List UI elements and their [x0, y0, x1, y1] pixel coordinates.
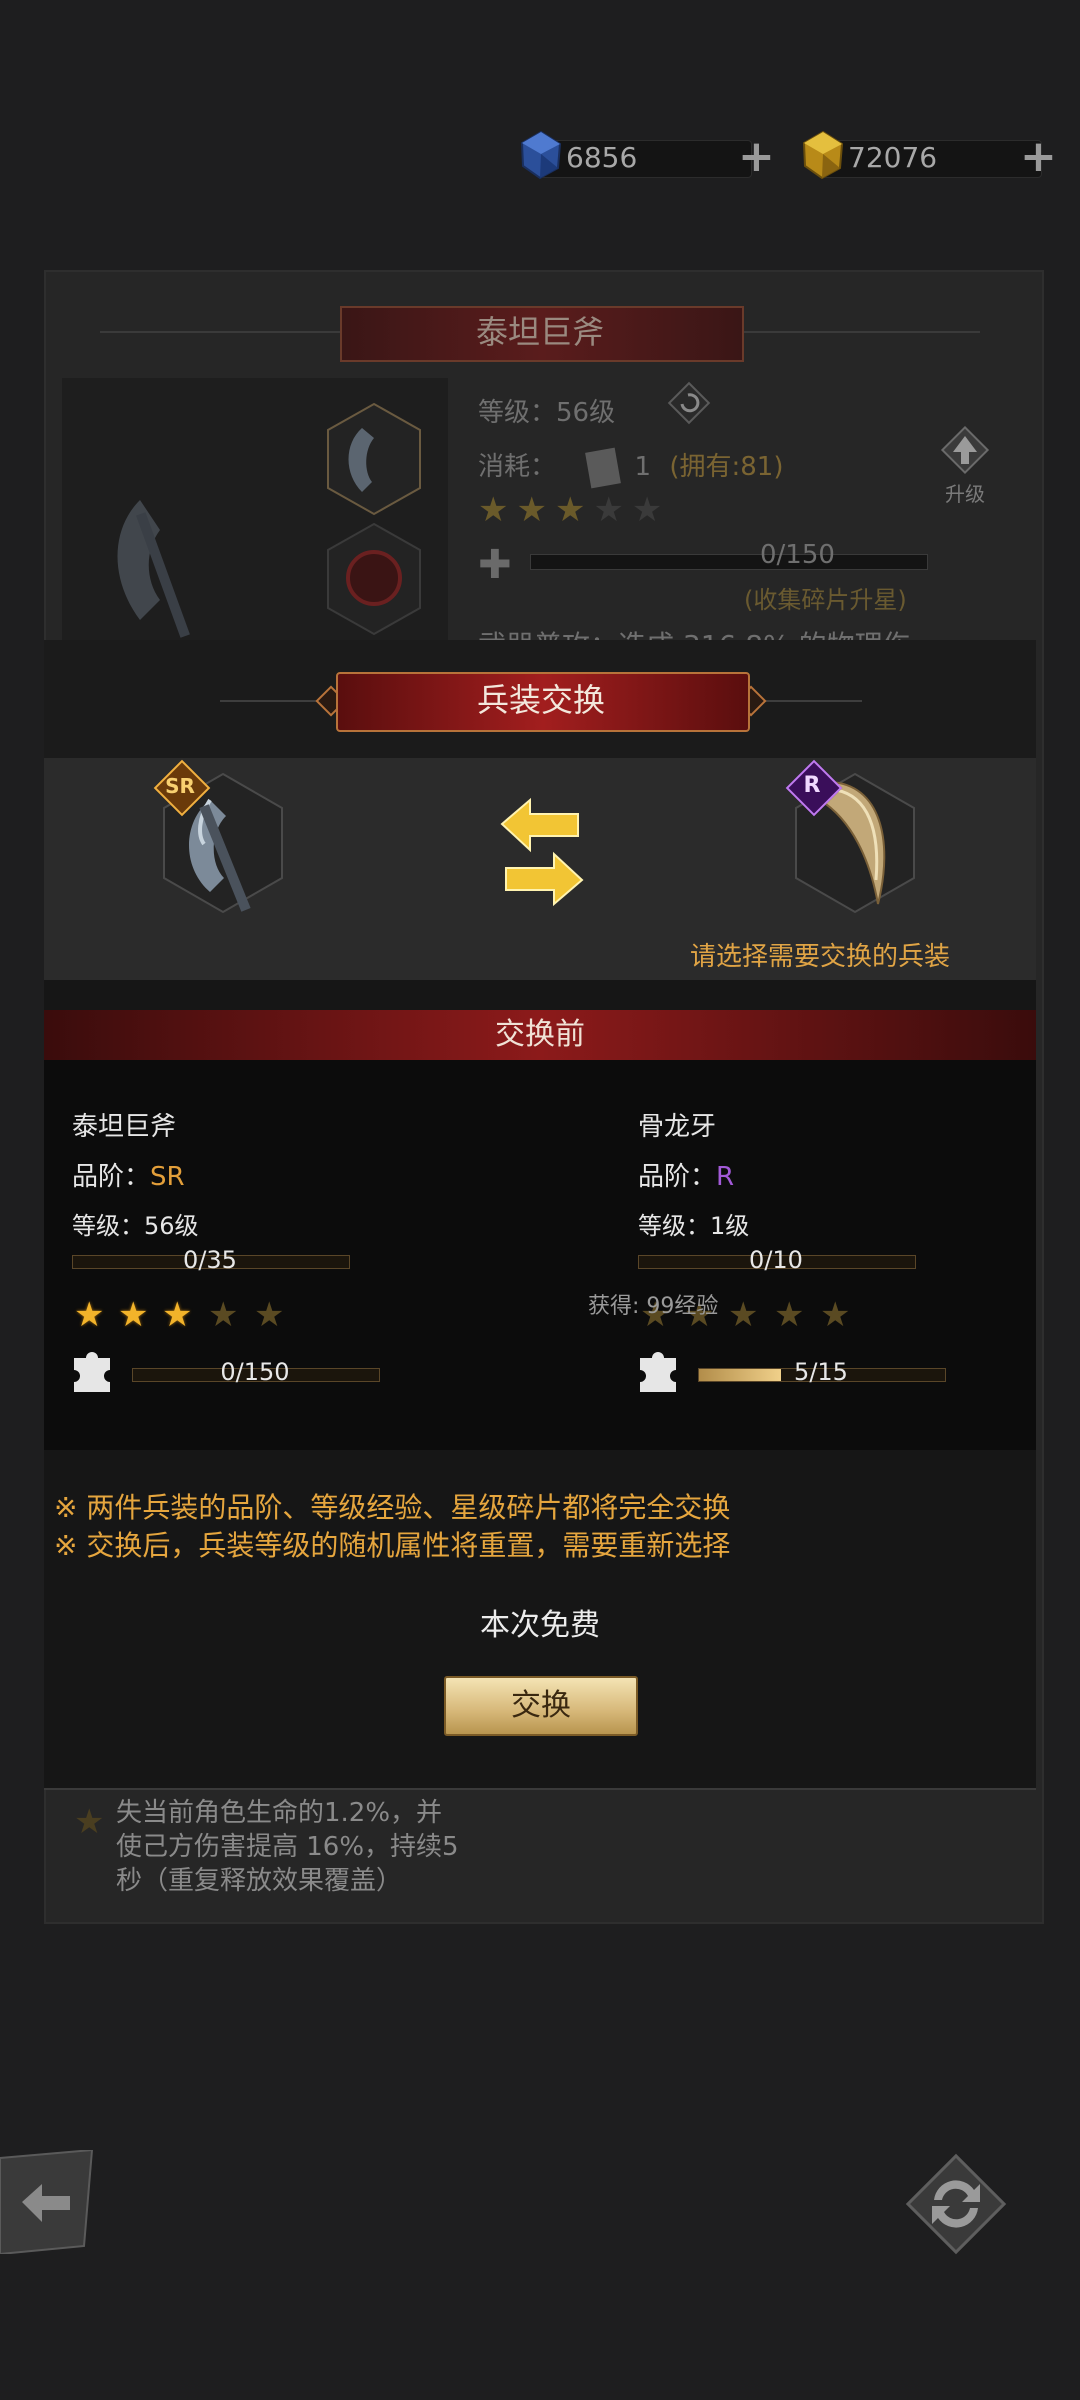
bg-title-line-right: [740, 331, 980, 333]
swap-warning-2: ※ 交换后，兵装等级的随机属性将重置，需要重新选择: [54, 1529, 731, 1562]
free-text: 本次免费: [480, 1608, 600, 1643]
upgrade-arrow-icon: [940, 425, 990, 475]
bg-cost-amount: 1: [634, 452, 652, 482]
right-star-4: ★: [774, 1295, 805, 1335]
add-gems-button[interactable]: +: [738, 135, 775, 179]
gems-value: 6856: [566, 141, 638, 174]
bg-title-line-left: [100, 331, 340, 333]
skill-text-3: 秒（重复释放效果覆盖）: [116, 1866, 403, 1896]
left-puzzle-icon: [74, 1352, 110, 1392]
upgrade-label: 升级: [945, 482, 985, 506]
weapon-title: 泰坦巨斧: [475, 313, 604, 351]
left-star-3: ★: [162, 1295, 193, 1335]
bg-level-value: 56级: [556, 398, 616, 428]
bg-level-label-text: 等级：: [478, 398, 557, 428]
xp-gain-text: 获得: 99经验: [588, 1294, 719, 1319]
right-puzzle-icon: [640, 1352, 676, 1392]
secondary-weapon-slot[interactable]: [322, 520, 426, 638]
right-star-5: ★: [820, 1295, 851, 1335]
left-weapon-name: 泰坦巨斧: [72, 1112, 177, 1142]
right-level: 等级：1级: [638, 1206, 749, 1241]
left-level-label: 等级：: [72, 1212, 144, 1240]
left-star-2: ★: [118, 1295, 149, 1335]
right-xp-text: 0/10: [749, 1246, 803, 1274]
bg-divider: [44, 1788, 1036, 1790]
bg-puzzle-icon: ✚: [478, 542, 512, 588]
bg-level-label: 等级：56级: [478, 392, 615, 429]
bg-shard-bar: [530, 554, 928, 570]
left-quality-label: 品阶：: [72, 1162, 151, 1192]
left-star-4: ★: [208, 1295, 239, 1335]
modal-title: 兵装交换: [476, 681, 605, 719]
blue-crystal-icon: [520, 130, 562, 180]
right-quality: 品阶：R: [638, 1156, 734, 1193]
skill-text-1: 失当前角色生命的1.2%，并: [116, 1798, 443, 1828]
bg-stars: ★★★★★: [478, 490, 671, 530]
bg-shard-progress: 0/150: [760, 540, 835, 570]
right-weapon-name: 骨龙牙: [638, 1112, 717, 1142]
skill-text-2: 使己方伤害提高 16%，持续5: [116, 1832, 459, 1862]
skill-star-icon: ★: [74, 1802, 105, 1842]
select-hint: 请选择需要交换的兵装: [690, 942, 951, 972]
before-swap-title: 交换前: [495, 1017, 585, 1052]
refresh-swap-button[interactable]: [900, 2148, 1012, 2260]
left-level: 等级：56级: [72, 1206, 199, 1241]
left-star-5: ★: [254, 1295, 285, 1335]
left-quality-value: SR: [150, 1162, 185, 1192]
right-rarity-badge: R: [803, 773, 821, 798]
reset-icon[interactable]: [666, 380, 712, 426]
swap-warning-1: ※ 两件兵装的品阶、等级经验、星级碎片都将完全交换: [54, 1491, 731, 1524]
equipped-weapon-slot[interactable]: [322, 400, 426, 518]
bg-cost-label: 消耗：: [478, 452, 557, 482]
right-level-value: 1级: [710, 1212, 750, 1240]
gold-value: 72076: [848, 141, 938, 174]
bg-shard-hint: (收集碎片升星): [744, 586, 907, 614]
stone-icon: [585, 447, 622, 488]
right-quality-value: R: [716, 1162, 735, 1192]
right-quality-label: 品阶：: [638, 1162, 717, 1192]
back-button[interactable]: [0, 2150, 100, 2254]
right-star-3: ★: [728, 1295, 759, 1335]
left-star-1: ★: [74, 1295, 105, 1335]
upgrade-button[interactable]: 升级: [930, 424, 1000, 506]
add-gold-button[interactable]: +: [1020, 135, 1057, 179]
bg-cost-row: 消耗： 1 (拥有:81): [478, 446, 784, 488]
swap-button[interactable]: 交换: [444, 1676, 638, 1736]
bg-cost-owned: (拥有:81): [669, 452, 784, 482]
right-level-label: 等级：: [638, 1212, 710, 1240]
left-rarity-label: SR: [165, 774, 195, 798]
gold-crystal-icon: [802, 130, 844, 180]
left-shard-text: 0/150: [220, 1358, 290, 1386]
right-shard-text: 5/15: [794, 1358, 848, 1386]
left-quality: 品阶：SR: [72, 1156, 185, 1193]
swap-arrows-icon[interactable]: [496, 796, 588, 908]
left-xp-text: 0/35: [183, 1246, 237, 1274]
axe-large-icon: [117, 500, 190, 638]
left-level-value: 56级: [144, 1212, 199, 1240]
